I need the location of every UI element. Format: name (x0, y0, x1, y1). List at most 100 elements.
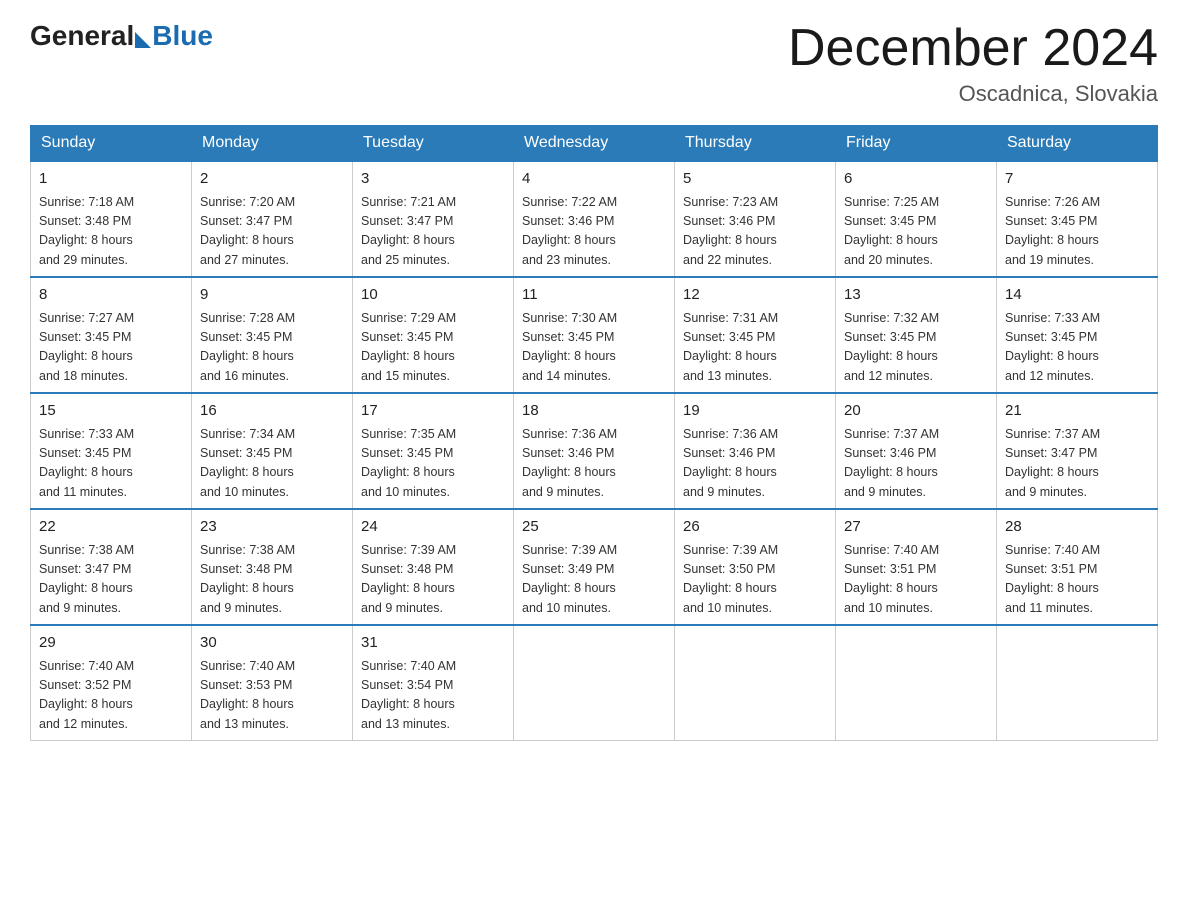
calendar-cell: 8Sunrise: 7:27 AMSunset: 3:45 PMDaylight… (31, 277, 192, 393)
weekday-header-monday: Monday (192, 126, 353, 162)
calendar-table: SundayMondayTuesdayWednesdayThursdayFrid… (30, 125, 1158, 741)
calendar-cell: 23Sunrise: 7:38 AMSunset: 3:48 PMDayligh… (192, 509, 353, 625)
day-info: Sunrise: 7:31 AMSunset: 3:45 PMDaylight:… (683, 309, 827, 387)
day-number: 19 (683, 400, 827, 423)
day-info: Sunrise: 7:39 AMSunset: 3:49 PMDaylight:… (522, 541, 666, 619)
day-number: 3 (361, 168, 505, 191)
calendar-cell: 6Sunrise: 7:25 AMSunset: 3:45 PMDaylight… (836, 161, 997, 277)
day-number: 1 (39, 168, 183, 191)
calendar-cell: 13Sunrise: 7:32 AMSunset: 3:45 PMDayligh… (836, 277, 997, 393)
day-info: Sunrise: 7:39 AMSunset: 3:48 PMDaylight:… (361, 541, 505, 619)
weekday-header-saturday: Saturday (997, 126, 1158, 162)
location-label: Oscadnica, Slovakia (788, 81, 1158, 107)
day-info: Sunrise: 7:36 AMSunset: 3:46 PMDaylight:… (683, 425, 827, 503)
day-number: 10 (361, 284, 505, 307)
day-info: Sunrise: 7:22 AMSunset: 3:46 PMDaylight:… (522, 193, 666, 271)
day-number: 20 (844, 400, 988, 423)
day-info: Sunrise: 7:30 AMSunset: 3:45 PMDaylight:… (522, 309, 666, 387)
calendar-cell: 11Sunrise: 7:30 AMSunset: 3:45 PMDayligh… (514, 277, 675, 393)
calendar-cell (675, 625, 836, 741)
day-info: Sunrise: 7:34 AMSunset: 3:45 PMDaylight:… (200, 425, 344, 503)
day-info: Sunrise: 7:39 AMSunset: 3:50 PMDaylight:… (683, 541, 827, 619)
day-info: Sunrise: 7:18 AMSunset: 3:48 PMDaylight:… (39, 193, 183, 271)
day-info: Sunrise: 7:37 AMSunset: 3:47 PMDaylight:… (1005, 425, 1149, 503)
week-row-5: 29Sunrise: 7:40 AMSunset: 3:52 PMDayligh… (31, 625, 1158, 741)
day-info: Sunrise: 7:27 AMSunset: 3:45 PMDaylight:… (39, 309, 183, 387)
header-right: December 2024 Oscadnica, Slovakia (788, 20, 1158, 107)
logo-general-text: General (30, 20, 134, 52)
day-info: Sunrise: 7:33 AMSunset: 3:45 PMDaylight:… (1005, 309, 1149, 387)
calendar-cell: 19Sunrise: 7:36 AMSunset: 3:46 PMDayligh… (675, 393, 836, 509)
day-info: Sunrise: 7:20 AMSunset: 3:47 PMDaylight:… (200, 193, 344, 271)
day-number: 21 (1005, 400, 1149, 423)
day-number: 13 (844, 284, 988, 307)
calendar-cell: 29Sunrise: 7:40 AMSunset: 3:52 PMDayligh… (31, 625, 192, 741)
day-number: 30 (200, 632, 344, 655)
logo-blue-text: Blue (152, 20, 213, 52)
week-row-1: 1Sunrise: 7:18 AMSunset: 3:48 PMDaylight… (31, 161, 1158, 277)
day-number: 26 (683, 516, 827, 539)
day-number: 8 (39, 284, 183, 307)
calendar-cell (514, 625, 675, 741)
day-info: Sunrise: 7:23 AMSunset: 3:46 PMDaylight:… (683, 193, 827, 271)
calendar-cell: 26Sunrise: 7:39 AMSunset: 3:50 PMDayligh… (675, 509, 836, 625)
day-number: 5 (683, 168, 827, 191)
day-info: Sunrise: 7:29 AMSunset: 3:45 PMDaylight:… (361, 309, 505, 387)
day-info: Sunrise: 7:32 AMSunset: 3:45 PMDaylight:… (844, 309, 988, 387)
day-number: 18 (522, 400, 666, 423)
day-number: 14 (1005, 284, 1149, 307)
calendar-cell: 1Sunrise: 7:18 AMSunset: 3:48 PMDaylight… (31, 161, 192, 277)
week-row-3: 15Sunrise: 7:33 AMSunset: 3:45 PMDayligh… (31, 393, 1158, 509)
day-number: 27 (844, 516, 988, 539)
day-info: Sunrise: 7:25 AMSunset: 3:45 PMDaylight:… (844, 193, 988, 271)
day-info: Sunrise: 7:21 AMSunset: 3:47 PMDaylight:… (361, 193, 505, 271)
weekday-header-friday: Friday (836, 126, 997, 162)
calendar-header-row: SundayMondayTuesdayWednesdayThursdayFrid… (31, 126, 1158, 162)
calendar-cell: 22Sunrise: 7:38 AMSunset: 3:47 PMDayligh… (31, 509, 192, 625)
day-number: 15 (39, 400, 183, 423)
weekday-header-wednesday: Wednesday (514, 126, 675, 162)
day-number: 4 (522, 168, 666, 191)
calendar-cell: 21Sunrise: 7:37 AMSunset: 3:47 PMDayligh… (997, 393, 1158, 509)
calendar-cell: 27Sunrise: 7:40 AMSunset: 3:51 PMDayligh… (836, 509, 997, 625)
weekday-header-sunday: Sunday (31, 126, 192, 162)
day-number: 9 (200, 284, 344, 307)
calendar-cell: 30Sunrise: 7:40 AMSunset: 3:53 PMDayligh… (192, 625, 353, 741)
calendar-cell: 7Sunrise: 7:26 AMSunset: 3:45 PMDaylight… (997, 161, 1158, 277)
calendar-cell: 28Sunrise: 7:40 AMSunset: 3:51 PMDayligh… (997, 509, 1158, 625)
calendar-cell: 24Sunrise: 7:39 AMSunset: 3:48 PMDayligh… (353, 509, 514, 625)
day-number: 2 (200, 168, 344, 191)
calendar-cell: 9Sunrise: 7:28 AMSunset: 3:45 PMDaylight… (192, 277, 353, 393)
day-number: 28 (1005, 516, 1149, 539)
calendar-cell: 20Sunrise: 7:37 AMSunset: 3:46 PMDayligh… (836, 393, 997, 509)
calendar-cell: 10Sunrise: 7:29 AMSunset: 3:45 PMDayligh… (353, 277, 514, 393)
calendar-cell: 2Sunrise: 7:20 AMSunset: 3:47 PMDaylight… (192, 161, 353, 277)
day-number: 16 (200, 400, 344, 423)
week-row-4: 22Sunrise: 7:38 AMSunset: 3:47 PMDayligh… (31, 509, 1158, 625)
calendar-cell: 4Sunrise: 7:22 AMSunset: 3:46 PMDaylight… (514, 161, 675, 277)
day-info: Sunrise: 7:40 AMSunset: 3:51 PMDaylight:… (1005, 541, 1149, 619)
calendar-cell: 14Sunrise: 7:33 AMSunset: 3:45 PMDayligh… (997, 277, 1158, 393)
day-number: 24 (361, 516, 505, 539)
calendar-cell: 25Sunrise: 7:39 AMSunset: 3:49 PMDayligh… (514, 509, 675, 625)
day-info: Sunrise: 7:38 AMSunset: 3:48 PMDaylight:… (200, 541, 344, 619)
day-info: Sunrise: 7:26 AMSunset: 3:45 PMDaylight:… (1005, 193, 1149, 271)
day-info: Sunrise: 7:40 AMSunset: 3:51 PMDaylight:… (844, 541, 988, 619)
calendar-cell: 31Sunrise: 7:40 AMSunset: 3:54 PMDayligh… (353, 625, 514, 741)
day-number: 25 (522, 516, 666, 539)
weekday-header-thursday: Thursday (675, 126, 836, 162)
week-row-2: 8Sunrise: 7:27 AMSunset: 3:45 PMDaylight… (31, 277, 1158, 393)
day-info: Sunrise: 7:28 AMSunset: 3:45 PMDaylight:… (200, 309, 344, 387)
logo-image: General Blue (30, 20, 213, 52)
day-info: Sunrise: 7:33 AMSunset: 3:45 PMDaylight:… (39, 425, 183, 503)
month-title: December 2024 (788, 20, 1158, 77)
weekday-header-tuesday: Tuesday (353, 126, 514, 162)
calendar-cell (997, 625, 1158, 741)
calendar-cell (836, 625, 997, 741)
calendar-cell: 15Sunrise: 7:33 AMSunset: 3:45 PMDayligh… (31, 393, 192, 509)
calendar-cell: 5Sunrise: 7:23 AMSunset: 3:46 PMDaylight… (675, 161, 836, 277)
logo: General Blue (30, 20, 213, 52)
day-info: Sunrise: 7:40 AMSunset: 3:53 PMDaylight:… (200, 657, 344, 735)
day-number: 11 (522, 284, 666, 307)
day-number: 23 (200, 516, 344, 539)
